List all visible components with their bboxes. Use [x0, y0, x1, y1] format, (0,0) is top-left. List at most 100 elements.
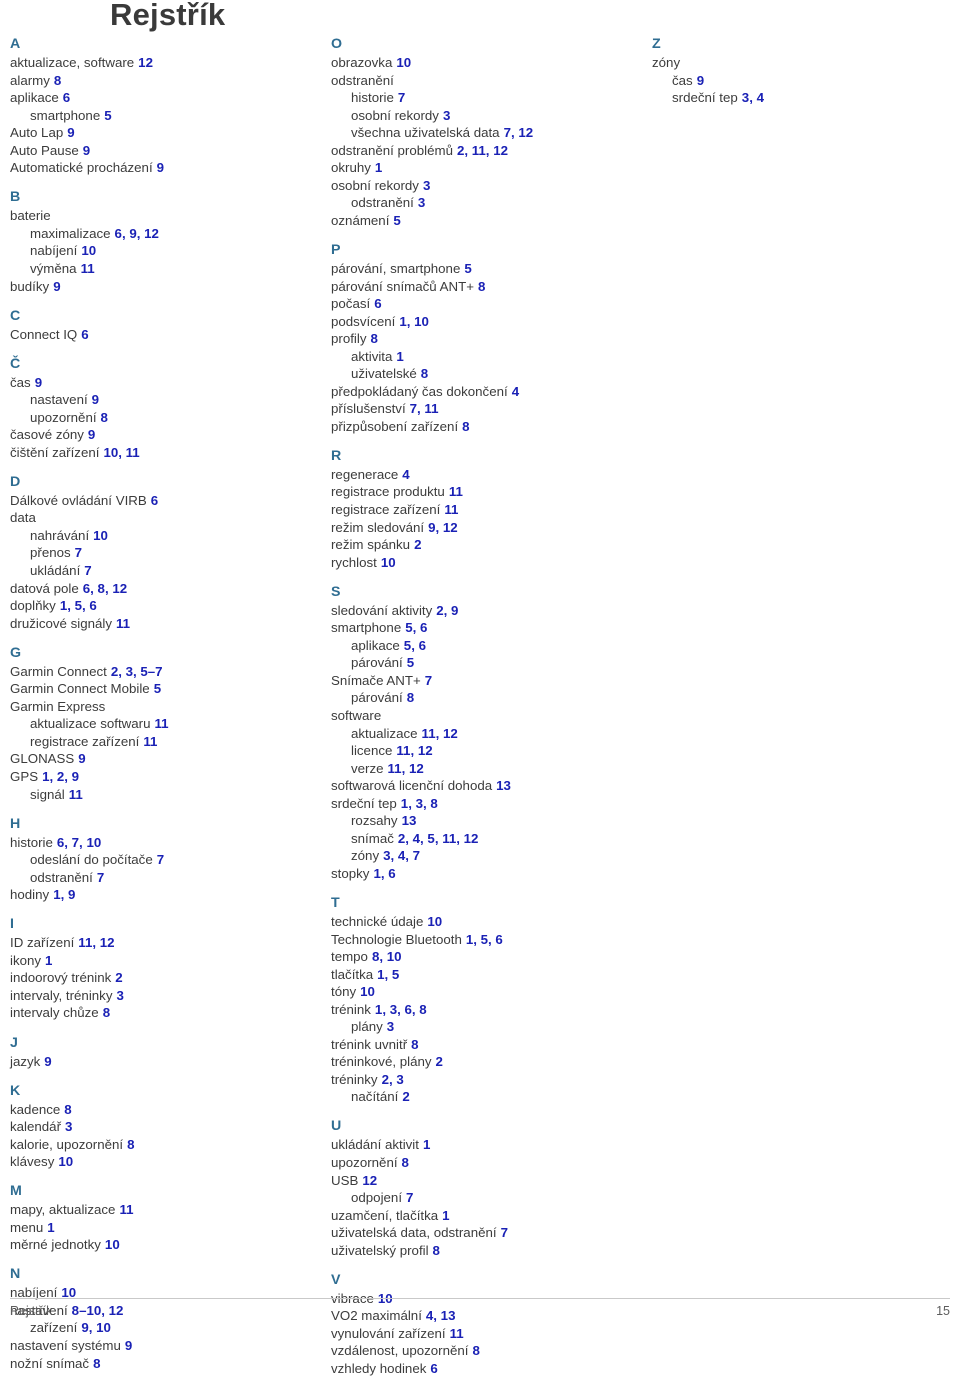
letter-heading: G [10, 644, 22, 661]
entry-page-numbers: 1, 2, 9 [42, 769, 80, 784]
index-entry: obrazovka 10 [331, 54, 641, 72]
index-entry: uzamčení, tlačítka 1 [331, 1207, 641, 1225]
index-entry: sledování aktivity 2, 9 [331, 602, 641, 620]
index-entry: uživatelský profil 8 [331, 1242, 641, 1260]
entry-page-numbers: 1 [45, 952, 53, 968]
entry-term: obrazovka [331, 55, 393, 70]
entry-term: alarmy [10, 72, 50, 88]
entry-page-numbers: 13 [496, 778, 511, 794]
index-column-1: Aaktualizace, software 12 alarmy 8 aplikace 6… [10, 36, 320, 1372]
entry-page-numbers: 1, 5, 6 [465, 931, 503, 947]
index-subentry: maximalizace 6, 9, 12 [10, 225, 320, 243]
entry-page-numbers: 9 [67, 125, 75, 141]
entry-page-numbers: 1 [396, 348, 404, 364]
index-subentry: signál 11 [10, 786, 320, 804]
entry-page-numbers: 1, 9 [53, 887, 76, 903]
entry-term: odpojení [351, 1190, 403, 1206]
entry-term: GPS [10, 769, 39, 784]
entry-page-numbers: 8 [401, 1155, 409, 1171]
index-entry: vzhledy hodinek 6 [331, 1360, 641, 1378]
index-entry: kalorie, upozornění 8 [10, 1136, 320, 1154]
letter-group: Ttechnické údaje 10 Technologie Bluetooth 1… [331, 895, 641, 1106]
letter-group: Mmapy, aktualizace 11 menu 1 měrné jednotky 1… [10, 1183, 320, 1254]
entry-term: indoorový trénink [10, 970, 112, 986]
index-entry: Technologie Bluetooth 1, 5, 6 [331, 931, 641, 949]
entry-page-numbers: 11 [68, 786, 83, 802]
entry-page-numbers: 7 [500, 1225, 508, 1241]
entry-page-numbers: 9 [124, 1338, 133, 1354]
letter-heading: Z [652, 36, 661, 52]
entry-term: kadence [10, 1101, 61, 1117]
index-entry: nožní snímač 8 [10, 1355, 320, 1373]
entry-page-numbers: 3 [386, 1019, 395, 1035]
letter-group: Rregenerace 4 registrace produktu 11 registr… [331, 448, 641, 571]
index-entry: jazyk 9 [10, 1053, 320, 1071]
entry-term: registrace zařízení [30, 733, 140, 749]
entry-page-numbers: 12 [362, 1172, 378, 1188]
entry-page-numbers: 7 [96, 869, 105, 885]
entry-page-numbers: 3 [65, 1119, 73, 1135]
index-entry: hodiny 1, 9 [10, 886, 320, 904]
index-subentry: snímač 2, 4, 5, 11, 12 [331, 830, 641, 848]
entry-term: měrné jednotky [10, 1237, 101, 1253]
entry-page-numbers: 6, 8, 12 [82, 580, 128, 596]
entry-page-numbers: 8 [53, 72, 62, 88]
entry-term: osobní rekordy [331, 177, 419, 193]
entry-page-numbers: 10 [380, 554, 396, 570]
letter-heading: A [10, 36, 21, 52]
entry-term: rozsahy [351, 813, 398, 829]
entry-page-numbers: 11 [116, 615, 131, 631]
entry-page-numbers: 9, 12 [428, 519, 458, 535]
entry-page-numbers: 6 [81, 326, 89, 342]
entry-term: tóny [331, 984, 357, 1000]
index-entry: Snímače ANT+ 7 [331, 672, 641, 690]
entry-page-numbers: 8 [370, 331, 378, 347]
entry-page-numbers: 8 [64, 1101, 72, 1117]
index-subentry: registrace zařízení 11 [10, 733, 320, 751]
entry-page-numbers: 10 [93, 527, 108, 543]
index-subentry: aktualizace 11, 12 [331, 725, 641, 743]
index-entry: smartphone 5, 6 [331, 619, 641, 637]
entry-term: historie [10, 834, 53, 850]
letter-group: Bbaterie maximalizace 6, 9, 12 nabíjení 10 vý… [10, 189, 320, 295]
entry-term: registrace produktu [331, 484, 445, 500]
entry-term: mapy, aktualizace [10, 1202, 116, 1218]
entry-page-numbers: 6 [430, 1361, 438, 1376]
entry-page-numbers: 1 [374, 160, 383, 176]
entry-page-numbers: 7 [397, 90, 406, 106]
entry-term: regenerace [331, 466, 399, 482]
entry-page-numbers: 7 [156, 852, 165, 868]
entry-page-numbers: 11, 12 [78, 935, 115, 951]
entry-term: tlačítka [331, 966, 374, 982]
entry-term: historie [351, 90, 394, 106]
index-entry: Auto Pause 9 [10, 142, 320, 160]
entry-term: tréninkové, plány [331, 1054, 432, 1070]
entry-page-numbers: 6, 7, 10 [56, 834, 102, 850]
entry-term: uživatelský profil [331, 1242, 429, 1258]
entry-term: Technologie Bluetooth [331, 931, 462, 947]
index-subentry: odeslání do počítače 7 [10, 851, 320, 869]
footer-section-label: Rejstřík [10, 1304, 53, 1318]
index-subentry: aplikace 5, 6 [331, 637, 641, 655]
index-entry: intervaly chůze 8 [10, 1004, 320, 1022]
index-entry: tréninky 2, 3 [331, 1071, 641, 1089]
entry-page-numbers: 8 [100, 409, 108, 425]
index-entry: tóny 10 [331, 983, 641, 1001]
entry-term: párování [351, 690, 403, 706]
entry-term: snímač [351, 830, 394, 846]
index-entry: upozornění 8 [331, 1154, 641, 1172]
entry-term: vzdálenost, upozornění [331, 1343, 469, 1359]
entry-page-numbers: 2, 9 [436, 602, 459, 618]
entry-page-numbers: 2 [402, 1089, 410, 1105]
entry-term: aplikace [351, 637, 400, 653]
entry-page-numbers: 4 [511, 383, 520, 399]
entry-term: srdeční tep [331, 795, 397, 811]
entry-page-numbers: 3, 4, 7 [383, 848, 421, 864]
index-subentry: výměna 11 [10, 260, 320, 278]
entry-term: Garmin Connect [10, 663, 107, 679]
entry-page-numbers: 6 [150, 492, 159, 508]
index-entry: časové zóny 9 [10, 426, 320, 444]
letter-group: D Dálkové ovládání VIRB 6 data nahrávání 10 př… [10, 474, 320, 632]
letter-heading: B [10, 189, 21, 206]
index-entry: ukládání aktivit 1 [331, 1136, 641, 1154]
